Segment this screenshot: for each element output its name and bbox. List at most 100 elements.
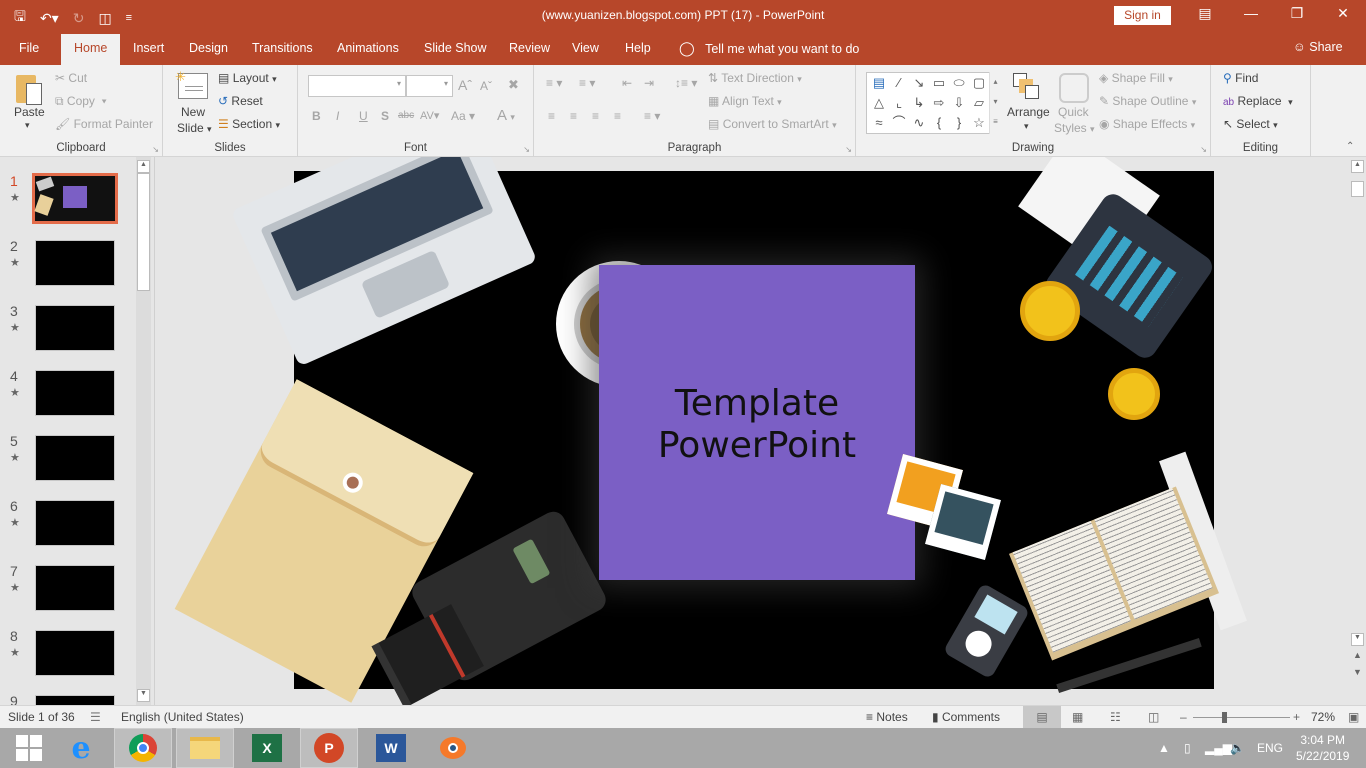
chrome-icon[interactable] xyxy=(114,728,172,768)
arc-shape-icon[interactable]: ⌒ xyxy=(889,113,909,133)
arrange-button[interactable]: Arrange xyxy=(1007,105,1050,119)
tab-transitions[interactable]: Transitions xyxy=(252,41,313,55)
shape-outline-button[interactable]: ✎ Shape Outline ▾ xyxy=(1099,94,1196,108)
reading-view-button[interactable]: ☷ xyxy=(1110,710,1121,724)
scroll-down-button[interactable]: ▼ xyxy=(1351,633,1364,646)
arrange-dropdown-icon[interactable]: ▾ xyxy=(1024,121,1029,132)
clipboard-launcher-icon[interactable]: ↘ xyxy=(152,145,159,154)
slide-thumbnail-3[interactable] xyxy=(35,305,115,351)
columns-button[interactable]: ≡ ▾ xyxy=(644,109,660,123)
comments-button[interactable]: ▮ Comments xyxy=(932,710,1000,724)
oval-shape-icon[interactable]: ⬭ xyxy=(949,73,969,93)
previous-slide-icon[interactable]: ▲ xyxy=(1353,650,1362,660)
powerpoint-icon[interactable]: P xyxy=(300,728,358,768)
justify-button[interactable]: ≡ xyxy=(614,109,621,123)
arrange-icon[interactable] xyxy=(1013,73,1043,103)
scroll-down-button[interactable]: ▼ xyxy=(137,689,150,702)
right-arrow-shape-icon[interactable]: ⇨ xyxy=(929,93,949,113)
slide-thumbnail-9[interactable] xyxy=(35,695,115,705)
star-shape-icon[interactable]: ☆ xyxy=(969,113,989,133)
share-button[interactable]: ☺ Share xyxy=(1293,40,1343,54)
paste-icon[interactable] xyxy=(14,71,44,107)
input-language[interactable]: ENG xyxy=(1257,728,1283,768)
tab-file[interactable]: File xyxy=(19,41,39,55)
font-size-combobox[interactable]: ▾ xyxy=(406,75,453,97)
new-slide-button[interactable]: New xyxy=(181,105,205,119)
zoom-level[interactable]: 72% xyxy=(1311,710,1335,724)
layout-button[interactable]: ▤ Layout ▾ xyxy=(218,71,277,85)
next-slide-icon[interactable]: ▼ xyxy=(1353,667,1362,677)
strikethrough-button[interactable]: abc xyxy=(398,110,414,121)
left-brace-shape-icon[interactable]: { xyxy=(929,113,949,133)
slide-thumbnail-6[interactable] xyxy=(35,500,115,546)
clock[interactable]: 3:04 PM 5/22/2019 xyxy=(1296,728,1349,768)
minimize-button[interactable]: — xyxy=(1228,5,1274,21)
drawing-launcher-icon[interactable]: ↘ xyxy=(1200,145,1207,154)
volume-icon[interactable]: 🔈 xyxy=(1230,728,1245,768)
fit-slide-button[interactable]: ▣ xyxy=(1348,710,1359,724)
slide-scrollbar[interactable]: ▲ ▼ ▲ ▼ xyxy=(1348,157,1366,705)
slide-show-button[interactable]: ◫ xyxy=(1148,710,1159,724)
find-button[interactable]: ⚲ Find xyxy=(1223,71,1258,85)
notes-button[interactable]: ≡ Notes xyxy=(866,710,908,724)
triangle-shape-icon[interactable]: △ xyxy=(869,93,889,113)
scrollbar-thumb[interactable] xyxy=(1351,181,1364,197)
show-hidden-icons[interactable]: ▲ xyxy=(1158,728,1170,768)
cut-button[interactable]: ✂ Cut xyxy=(55,71,87,85)
rounded-rectangle-shape-icon[interactable]: ▢ xyxy=(969,73,989,93)
increase-indent-button[interactable]: ⇥ xyxy=(644,76,654,90)
scroll-up-button[interactable]: ▲ xyxy=(137,160,150,173)
elbow-connector-icon[interactable]: ⌞ xyxy=(889,93,909,113)
internet-explorer-icon[interactable]: e xyxy=(52,728,110,768)
slide-thumbnail-4[interactable] xyxy=(35,370,115,416)
change-case-button[interactable]: Aa ▾ xyxy=(451,109,475,123)
slide-title[interactable]: Template PowerPoint xyxy=(599,383,915,467)
tab-home[interactable]: Home xyxy=(61,34,121,65)
spell-check-icon[interactable]: ☰ xyxy=(90,710,101,724)
tell-me-search[interactable]: ◯ Tell me what you want to do xyxy=(679,40,859,57)
font-launcher-icon[interactable]: ↘ xyxy=(523,145,530,154)
down-arrow-shape-icon[interactable]: ⇩ xyxy=(949,93,969,113)
slide-thumbnail-7[interactable] xyxy=(35,565,115,611)
current-slide[interactable]: Template PowerPoint xyxy=(174,157,1247,705)
thumbnail-scrollbar[interactable]: ▲ ▼ xyxy=(136,157,151,705)
textbox-shape-icon[interactable]: ▤ xyxy=(869,73,889,93)
battery-icon[interactable]: ▯ xyxy=(1184,728,1191,768)
tab-design[interactable]: Design xyxy=(189,41,228,55)
zoom-out-button[interactable]: – xyxy=(1180,710,1187,724)
paragraph-launcher-icon[interactable]: ↘ xyxy=(845,145,852,154)
tab-slide-show[interactable]: Slide Show xyxy=(424,41,487,55)
paste-button[interactable]: Paste xyxy=(14,105,45,119)
italic-button[interactable]: I xyxy=(336,109,339,123)
shapes-gallery-scroll[interactable]: ▴ ▾ ≡ xyxy=(989,72,1001,134)
file-explorer-icon[interactable] xyxy=(176,728,234,768)
tab-insert[interactable]: Insert xyxy=(133,41,164,55)
normal-view-button[interactable]: ▤ xyxy=(1023,706,1061,728)
select-button[interactable]: ↖ Select ▾ xyxy=(1223,117,1278,131)
line-spacing-button[interactable]: ↕≡ ▾ xyxy=(675,76,697,90)
numbering-button[interactable]: ≡ ▾ xyxy=(579,76,595,90)
tab-help[interactable]: Help xyxy=(625,41,651,55)
increase-font-size-icon[interactable]: Aˆ xyxy=(458,77,472,93)
shape-effects-button[interactable]: ◉ Shape Effects ▾ xyxy=(1099,117,1195,131)
rectangle-shape-icon[interactable]: ▭ xyxy=(929,73,949,93)
zoom-slider[interactable] xyxy=(1193,717,1290,718)
align-text-button[interactable]: ▦ Align Text ▾ xyxy=(708,94,782,108)
start-button[interactable] xyxy=(0,728,58,768)
ribbon-display-options-icon[interactable]: ▤ xyxy=(1182,5,1228,22)
reset-button[interactable]: ↺ Reset xyxy=(218,94,263,108)
quick-styles-dropdown[interactable]: Styles ▾ xyxy=(1054,121,1095,135)
decrease-font-size-icon[interactable]: Aˇ xyxy=(480,79,492,93)
slide-thumbnail-2[interactable] xyxy=(35,240,115,286)
align-right-button[interactable]: ≡ xyxy=(592,109,599,123)
tab-view[interactable]: View xyxy=(572,41,599,55)
close-button[interactable]: ✕ xyxy=(1320,5,1366,22)
decrease-indent-button[interactable]: ⇤ xyxy=(622,76,632,90)
font-name-combobox[interactable]: ▾ xyxy=(308,75,406,97)
slide-sorter-button[interactable]: ▦ xyxy=(1072,710,1083,724)
shape-fill-button[interactable]: ◈ Shape Fill ▾ xyxy=(1099,71,1173,85)
freeform-shape-icon[interactable]: ▱ xyxy=(969,93,989,113)
zoom-in-button[interactable]: + xyxy=(1293,710,1300,724)
new-slide-dropdown[interactable]: Slide ▾ xyxy=(177,121,212,135)
copy-button[interactable]: ⧉ Copy ▾ xyxy=(55,94,107,109)
